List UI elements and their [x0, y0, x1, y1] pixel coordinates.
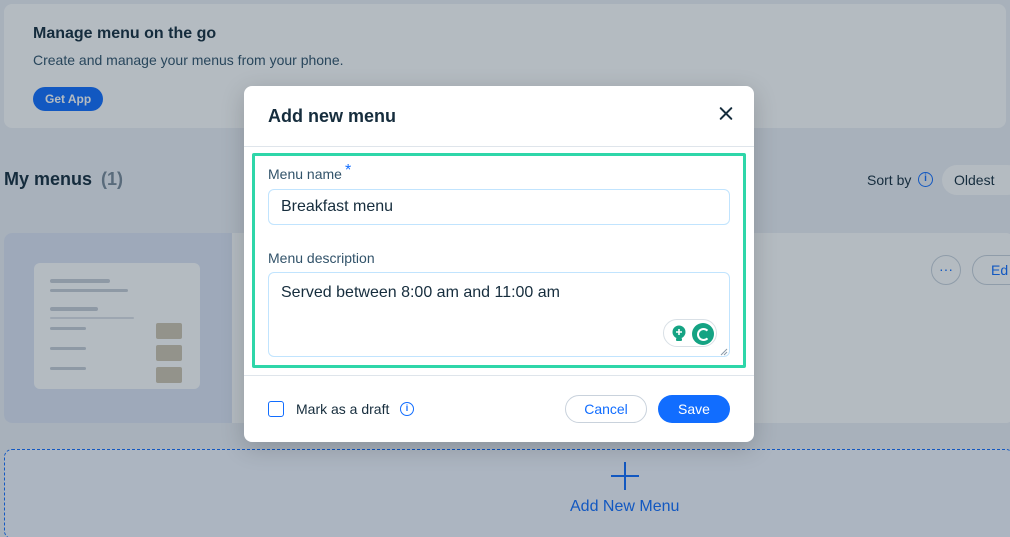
- draft-label[interactable]: Mark as a draft: [296, 401, 389, 417]
- menu-name-input[interactable]: [268, 189, 730, 225]
- grammarly-icon[interactable]: [692, 323, 714, 345]
- menu-description-label: Menu description: [268, 250, 375, 266]
- save-button[interactable]: Save: [658, 395, 730, 423]
- cancel-button[interactable]: Cancel: [565, 395, 647, 423]
- menu-name-label-text: Menu name: [268, 166, 342, 182]
- required-marker: *: [344, 162, 352, 179]
- draft-checkbox[interactable]: [268, 401, 284, 417]
- menu-name-label: Menu name *: [268, 162, 351, 184]
- resize-handle-icon[interactable]: [720, 348, 728, 356]
- add-menu-dialog: Add new menu Menu name* Menu description…: [244, 86, 754, 442]
- lightbulb-icon[interactable]: [670, 324, 688, 344]
- close-icon[interactable]: [716, 104, 736, 124]
- dialog-title: Add new menu: [268, 106, 397, 126]
- menu-description-textarea[interactable]: Served between 8:00 am and 11:00 am: [268, 272, 730, 357]
- grammarly-widget[interactable]: [663, 319, 717, 347]
- info-icon[interactable]: i: [400, 402, 414, 416]
- divider: [244, 146, 754, 147]
- divider: [244, 375, 754, 376]
